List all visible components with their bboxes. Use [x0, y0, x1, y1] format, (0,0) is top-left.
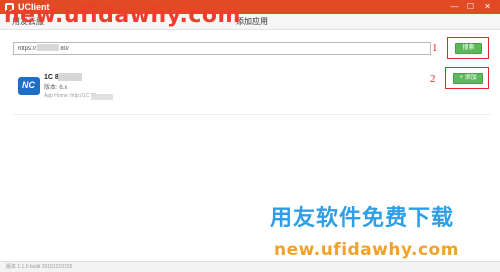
server-url-input[interactable]	[13, 42, 431, 55]
server-list-item[interactable]: NC 1C 80 版本: 6.x App Home: http://1C 80	[11, 66, 490, 106]
list-divider	[13, 114, 491, 115]
minimize-button[interactable]: —	[449, 2, 460, 12]
annotation-number-2: 2	[430, 73, 436, 85]
watermark-chinese: 用友软件免费下载	[270, 206, 455, 231]
url-redaction-mask	[37, 44, 59, 51]
close-button[interactable]: ✕	[482, 2, 493, 12]
server-name-redaction-mask	[58, 73, 82, 81]
add-button[interactable]: + 添加	[453, 73, 483, 84]
server-url: App Home: http://1C 80	[44, 93, 97, 99]
annotation-number-1: 1	[432, 42, 438, 54]
server-url-redaction-mask	[91, 94, 113, 100]
server-version: 版本: 6.x	[44, 85, 68, 91]
watermark-bottom: new.ufidawhy.com	[274, 240, 459, 260]
status-bar: 版本 1.1.0 build 20151210155	[0, 261, 500, 272]
search-button[interactable]: 搜索	[455, 43, 482, 54]
watermark-top: new.ufidawhy.com	[4, 3, 241, 28]
nc-logo-icon: NC	[18, 77, 40, 95]
status-text: 版本 1.1.0 build 20151210155	[6, 264, 73, 270]
maximize-button[interactable]: ☐	[465, 2, 476, 12]
